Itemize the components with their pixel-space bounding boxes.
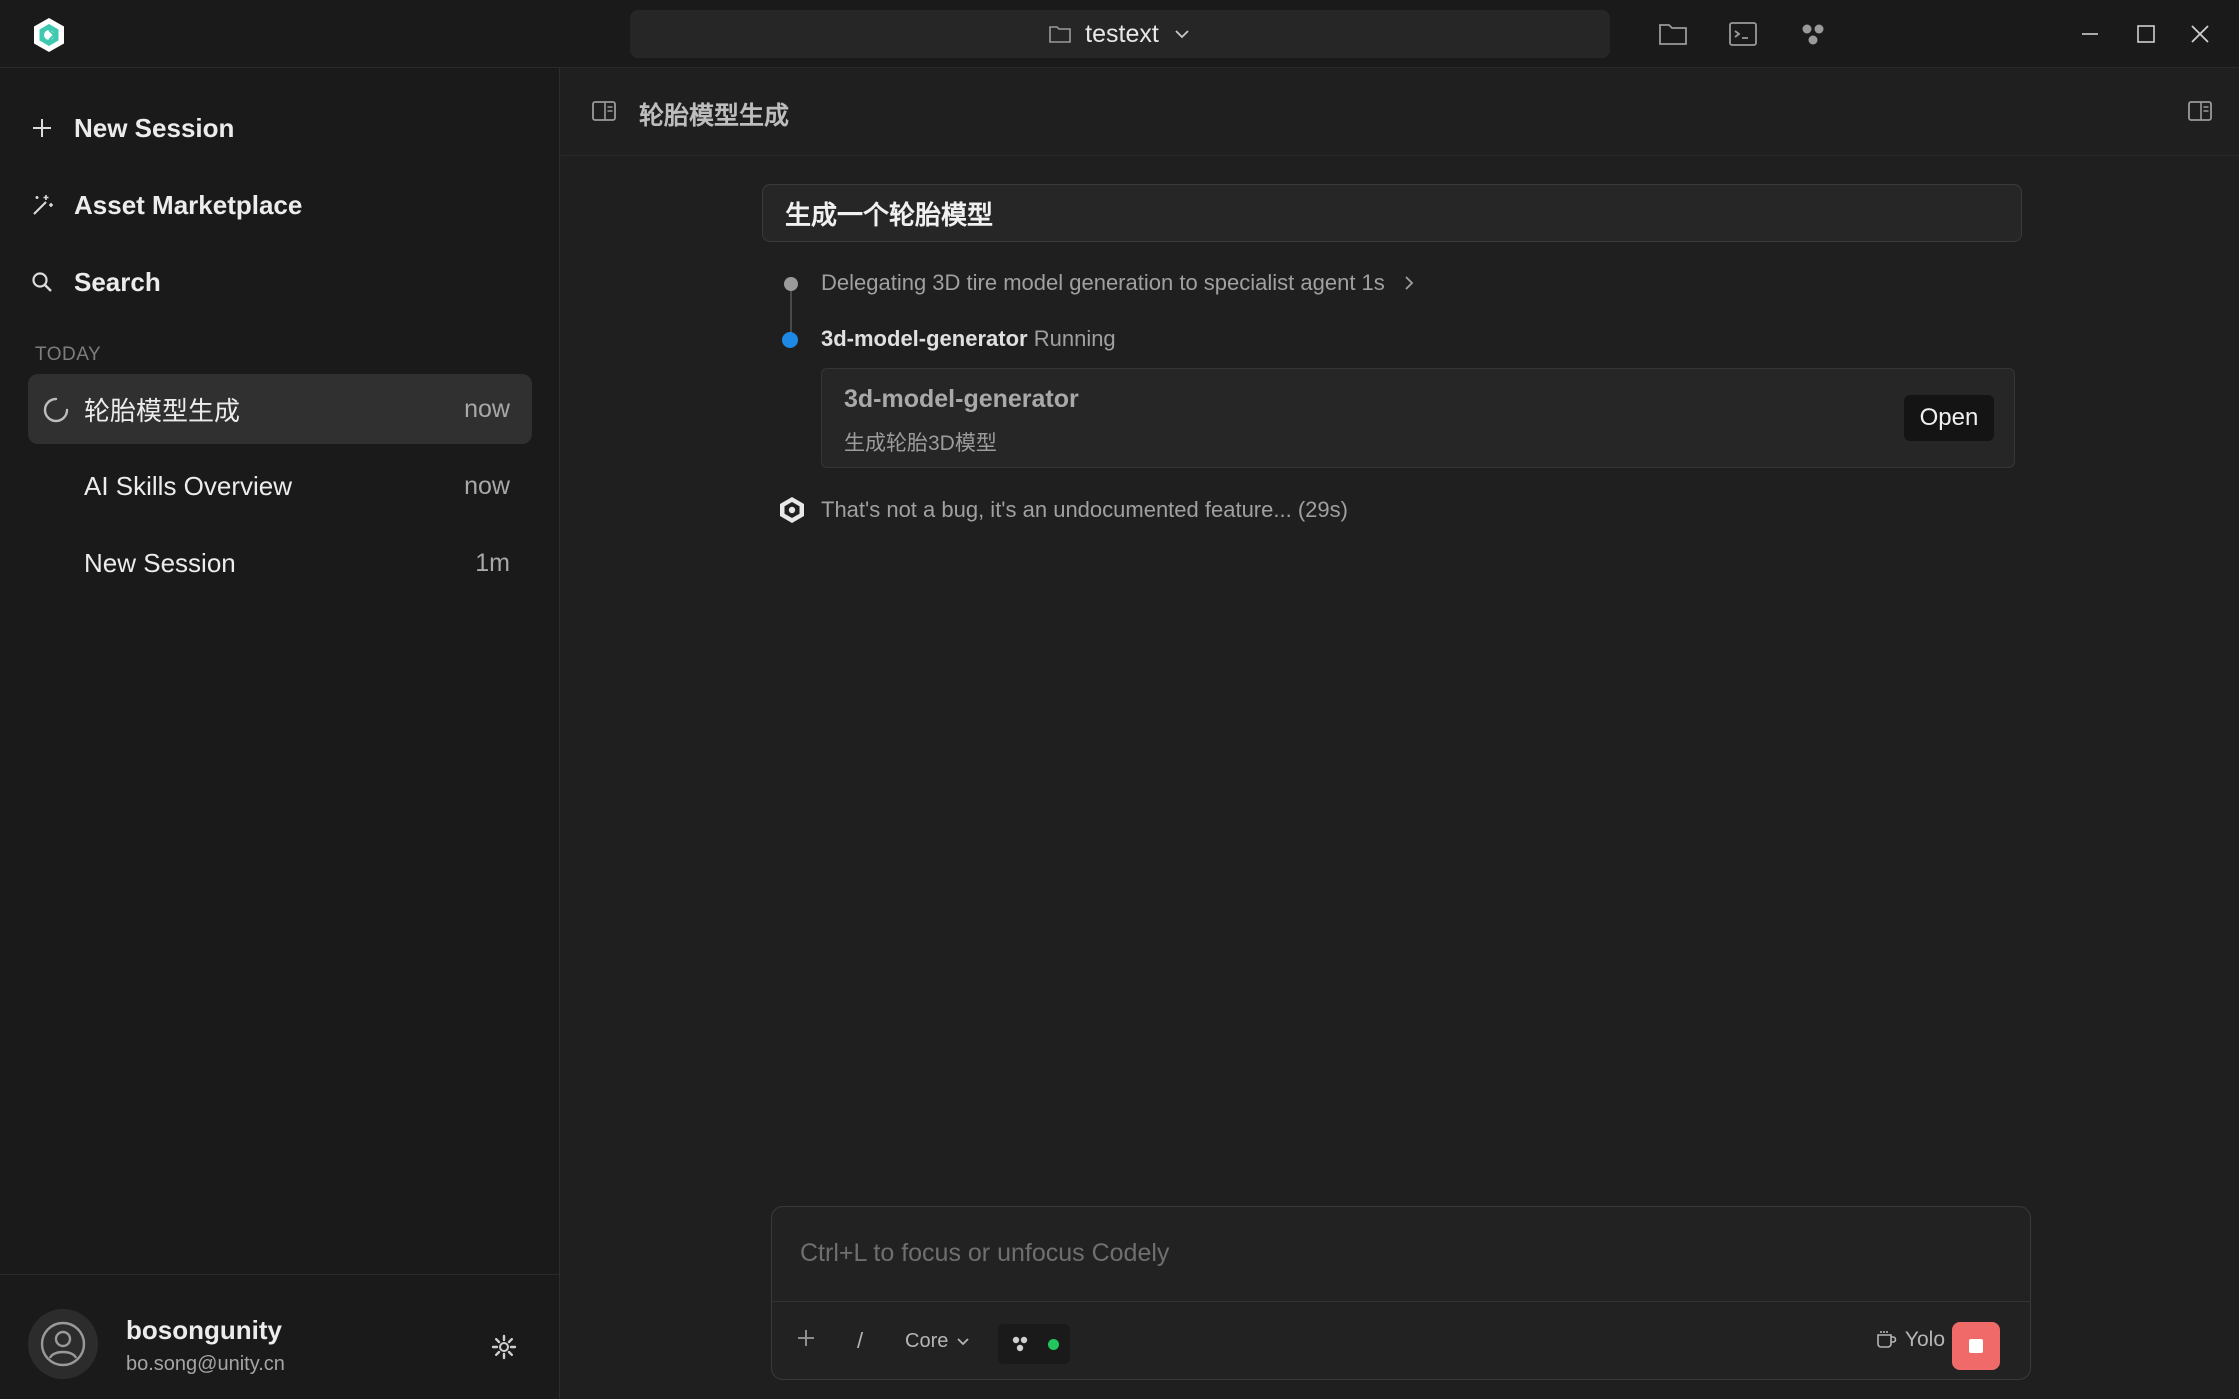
user-name: bosongunity — [126, 1315, 282, 1345]
yolo-label: Yolo — [1904, 1328, 1945, 1351]
composer-toolbar: / Core Yolo — [772, 1302, 2030, 1381]
agents-icon — [1010, 1334, 1030, 1354]
agent-name: 3d-model-generator — [821, 326, 1028, 351]
cup-icon — [1875, 1329, 1897, 1351]
new-session-label: New Session — [74, 112, 235, 143]
terminal-icon[interactable] — [1728, 20, 1758, 48]
stop-icon — [1968, 1338, 1984, 1354]
sidebar-toggle-icon[interactable] — [591, 100, 617, 122]
session-title: New Session — [84, 547, 236, 578]
section-label-today: TODAY — [35, 344, 102, 365]
loading-spinner-icon — [42, 396, 70, 424]
close-icon[interactable] — [2186, 20, 2214, 48]
open-button[interactable]: Open — [1904, 395, 1994, 441]
user-message: 生成一个轮胎模型 — [762, 184, 2022, 242]
sidebar: New Session Asset Marketplace Search TOD… — [0, 68, 560, 1399]
chevron-down-icon — [956, 1337, 970, 1347]
agent-toggle[interactable] — [998, 1324, 1070, 1364]
search-label: Search — [74, 266, 161, 297]
session-item[interactable]: AI Skills Overview now — [28, 451, 532, 521]
user-icon — [40, 1321, 86, 1367]
folder-icon — [1049, 25, 1071, 43]
delegation-step-text: Delegating 3D tire model generation to s… — [821, 270, 1385, 295]
attach-button[interactable] — [794, 1326, 818, 1350]
agent-step: 3d-model-generator Running — [821, 326, 1116, 352]
status-text: That's not a bug, it's an undocumented f… — [821, 497, 1348, 522]
delegation-step[interactable]: Delegating 3D tire model generation to s… — [821, 270, 1415, 296]
session-item-active[interactable]: 轮胎模型生成 now — [28, 374, 532, 444]
session-item[interactable]: New Session 1m — [28, 528, 532, 598]
model-label: Core — [905, 1330, 949, 1352]
agent-card-subtitle: 生成轮胎3D模型 — [844, 432, 997, 455]
agent-card: 3d-model-generator 生成轮胎3D模型 Open — [821, 368, 2015, 468]
search-icon — [28, 268, 56, 296]
agents-icon[interactable] — [1798, 20, 1828, 48]
agent-card-title: 3d-model-generator — [844, 385, 1079, 413]
folder-icon[interactable] — [1658, 20, 1688, 48]
user-email: bo.song@unity.cn — [126, 1353, 285, 1375]
chevron-down-icon — [1173, 28, 1191, 40]
yolo-mode-button[interactable]: Yolo — [1875, 1328, 1945, 1352]
session-time: 1m — [475, 548, 510, 577]
slash-command-button[interactable]: / — [857, 1328, 863, 1354]
maximize-icon[interactable] — [2132, 20, 2160, 48]
composer: Ctrl+L to focus or unfocus Codely / Core… — [771, 1206, 2031, 1380]
session-time: now — [464, 394, 510, 423]
workspace-switcher[interactable]: testext — [630, 10, 1610, 58]
session-title: AI Skills Overview — [84, 470, 293, 501]
stop-button[interactable] — [1952, 1322, 2000, 1370]
plus-icon — [28, 114, 56, 142]
main-header: 轮胎模型生成 — [561, 68, 2239, 156]
session-title: 轮胎模型生成 — [84, 395, 241, 426]
asset-marketplace-button[interactable]: Asset Marketplace — [28, 175, 528, 235]
title-bar: testext — [0, 0, 2239, 68]
session-time: now — [464, 471, 510, 500]
chevron-right-icon — [1403, 274, 1415, 292]
workspace-name: testext — [1085, 19, 1159, 48]
plus-icon — [794, 1326, 818, 1350]
user-footer: bosongunity bo.song@unity.cn — [0, 1274, 560, 1399]
model-selector[interactable]: Core — [905, 1330, 970, 1353]
message-input[interactable]: Ctrl+L to focus or unfocus Codely — [800, 1239, 1169, 1268]
settings-gear-icon[interactable] — [490, 1333, 518, 1361]
search-button[interactable]: Search — [28, 252, 528, 312]
avatar[interactable] — [28, 1309, 98, 1379]
asset-marketplace-label: Asset Marketplace — [74, 189, 303, 220]
right-panel-toggle-icon[interactable] — [2187, 100, 2213, 122]
page-title: 轮胎模型生成 — [639, 102, 790, 130]
running-dot — [782, 332, 798, 348]
new-session-button[interactable]: New Session — [28, 98, 528, 158]
agent-status: Running — [1033, 326, 1116, 351]
status-dot — [1048, 1339, 1059, 1350]
minimize-icon[interactable] — [2076, 20, 2104, 48]
step-dot — [784, 277, 798, 291]
app-logo-icon — [30, 16, 68, 54]
magic-wand-icon — [28, 191, 56, 219]
app-logo-icon — [778, 496, 806, 524]
